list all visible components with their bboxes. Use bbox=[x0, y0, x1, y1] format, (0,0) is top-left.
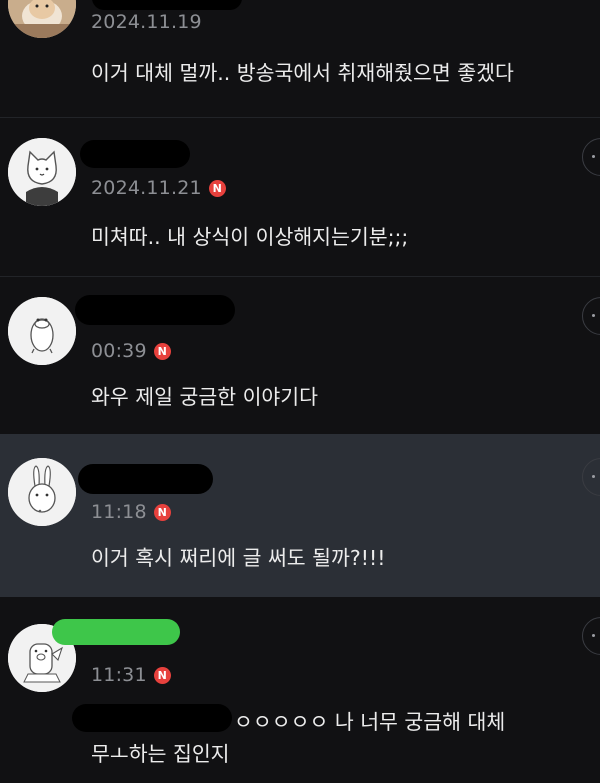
redacted-username bbox=[80, 140, 190, 168]
comment-meta: 00:39 N bbox=[91, 340, 171, 362]
comment-text-line2: 무ㅗ하는 집인지 bbox=[91, 742, 230, 766]
comment-text-line1: ㅇㅇㅇㅇㅇ 나 너무 궁금해 대체 bbox=[234, 710, 506, 734]
redacted-username bbox=[75, 295, 235, 325]
rabbit-character-avatar[interactable] bbox=[8, 458, 76, 526]
comment-timestamp: 11:18 bbox=[91, 501, 147, 523]
comment-list: 2024.11.19 이거 대체 멀까.. 방송국에서 취재해줬으면 좋겠다 2… bbox=[0, 0, 600, 783]
comment-item: 2024.11.19 이거 대체 멀까.. 방송국에서 취재해줬으면 좋겠다 bbox=[0, 0, 600, 118]
redacted-username bbox=[78, 464, 213, 494]
redacted-mention bbox=[72, 704, 232, 732]
hamster-icon bbox=[8, 0, 76, 38]
more-options-button[interactable] bbox=[582, 297, 600, 335]
cat-character-avatar[interactable] bbox=[8, 138, 76, 206]
comment-item-highlighted: 11:18 N 이거 혹시 쩌리에 글 써도 될까?!!! bbox=[0, 434, 600, 597]
comment-text: 이거 대체 멀까.. 방송국에서 취재해줬으면 좋겠다 bbox=[91, 61, 514, 85]
new-badge: N bbox=[208, 179, 226, 197]
comment-timestamp: 2024.11.19 bbox=[91, 11, 202, 33]
more-dots-icon bbox=[592, 634, 595, 637]
comment-meta: 2024.11.21 N bbox=[91, 177, 226, 199]
comment-meta: 11:31 N bbox=[91, 664, 171, 686]
redacted-username bbox=[52, 619, 180, 645]
redacted-username bbox=[92, 0, 242, 10]
comment-item: 11:31 N ㅇㅇㅇㅇㅇ 나 너무 궁금해 대체 무ㅗ하는 집인지 bbox=[0, 597, 600, 783]
comment-meta: 11:18 N bbox=[91, 501, 171, 523]
more-dots-icon bbox=[592, 155, 595, 158]
comment-timestamp: 2024.11.21 bbox=[91, 177, 202, 199]
duck-character-avatar[interactable] bbox=[8, 297, 76, 365]
more-options-button[interactable] bbox=[582, 138, 600, 176]
comment-timestamp: 11:31 bbox=[91, 664, 147, 686]
duck-icon bbox=[8, 297, 76, 365]
comment-text: 이거 혹시 쩌리에 글 써도 될까?!!! bbox=[91, 546, 386, 570]
comment-meta: 2024.11.19 bbox=[91, 11, 202, 33]
more-dots-icon bbox=[592, 314, 595, 317]
more-dots-icon bbox=[592, 475, 595, 478]
more-options-button[interactable] bbox=[582, 458, 600, 496]
comment-item: 2024.11.21 N 미쳐따.. 내 상식이 이상해지는기분;;; bbox=[0, 118, 600, 276]
cat-icon bbox=[8, 138, 76, 206]
comment-text: 와우 제일 궁금한 이야기다 bbox=[91, 385, 319, 409]
rabbit-icon bbox=[8, 458, 76, 526]
hamster-photo-avatar[interactable] bbox=[8, 0, 76, 38]
new-badge: N bbox=[153, 342, 171, 360]
new-badge: N bbox=[153, 503, 171, 521]
comment-text: 미쳐따.. 내 상식이 이상해지는기분;;; bbox=[91, 225, 409, 249]
comment-timestamp: 00:39 bbox=[91, 340, 147, 362]
new-badge: N bbox=[153, 666, 171, 684]
comment-item: 00:39 N 와우 제일 궁금한 이야기다 bbox=[0, 277, 600, 434]
more-options-button[interactable] bbox=[582, 617, 600, 655]
